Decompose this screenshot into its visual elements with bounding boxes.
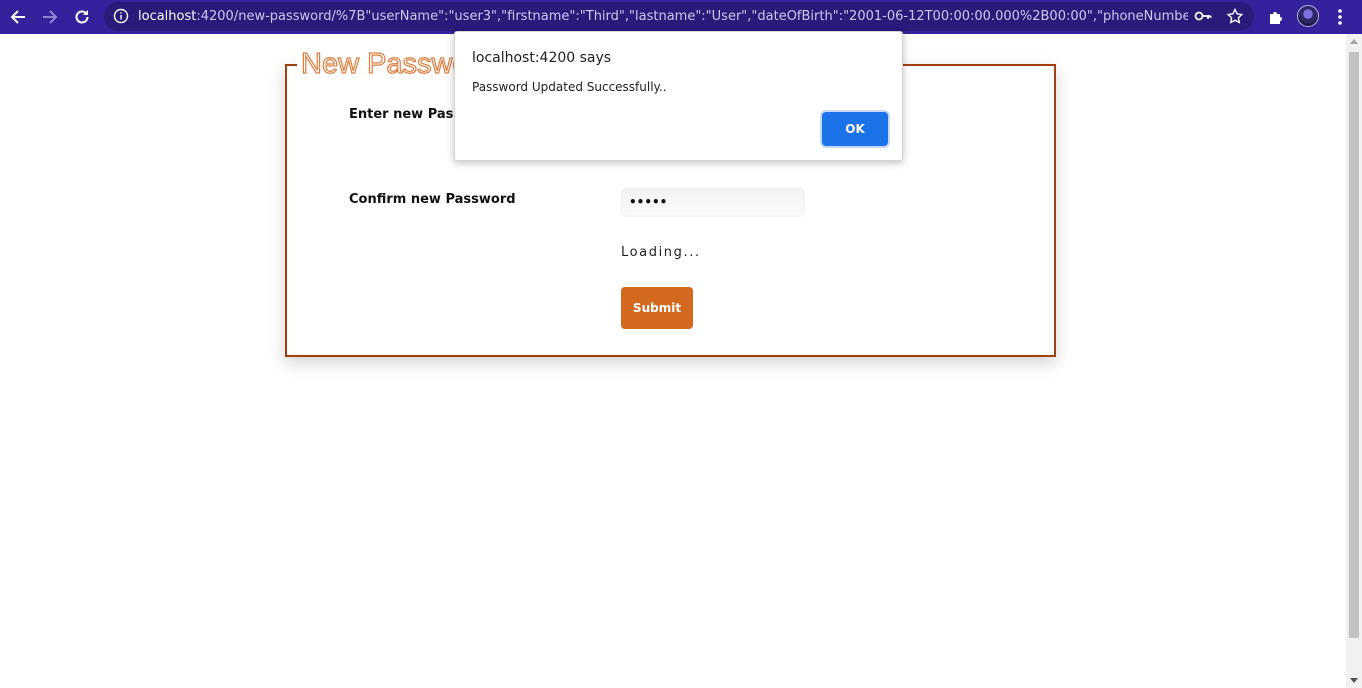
dialog-title: localhost:4200 says [472,50,612,66]
forward-arrow-icon[interactable] [38,5,62,29]
scroll-down-arrow-icon[interactable] [1350,678,1358,683]
vertical-scrollbar[interactable] [1346,34,1362,688]
key-icon[interactable] [1194,8,1212,24]
submit-button[interactable]: Submit [621,287,693,329]
scroll-thumb[interactable] [1349,52,1359,638]
confirm-password-input[interactable]: ••••• [621,188,805,217]
ok-button[interactable]: OK [822,112,888,146]
browser-toolbar: localhost:4200/new-password/%7B"userName… [0,0,1362,34]
address-bar[interactable]: localhost:4200/new-password/%7B"userName… [104,2,1254,31]
profile-avatar[interactable] [1297,5,1319,27]
info-icon[interactable] [113,8,129,24]
dialog-message: Password Updated Successfully.. [472,80,667,94]
loading-text: Loading... [621,245,701,260]
back-arrow-icon[interactable] [6,5,30,29]
url-path: :4200/new-password/%7B"userName":"user3"… [196,9,1188,24]
bookmark-star-icon[interactable] [1226,7,1244,24]
extensions-puzzle-icon[interactable] [1264,5,1288,29]
url-text[interactable]: localhost:4200/new-password/%7B"userName… [138,8,1188,25]
reload-icon[interactable] [70,5,94,29]
alert-dialog: localhost:4200 says Password Updated Suc… [454,31,903,161]
confirm-password-label: Confirm new Password [349,192,516,207]
scroll-up-arrow-icon[interactable] [1350,39,1358,44]
url-host: localhost [138,9,197,24]
more-menu-icon[interactable] [1328,5,1352,29]
